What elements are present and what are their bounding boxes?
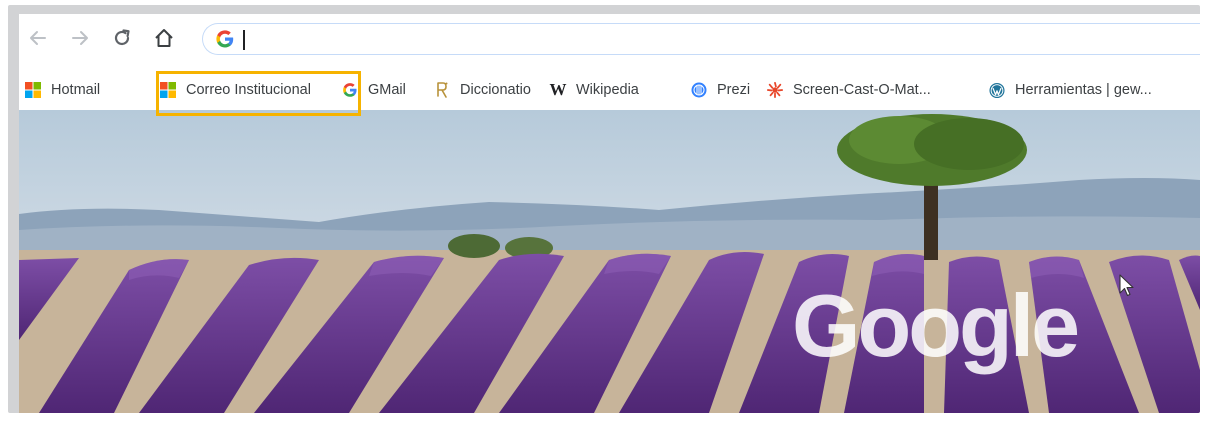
bookmark-diccionatio[interactable]: Diccionatio	[434, 78, 531, 102]
bookmark-label: Prezi	[717, 82, 751, 98]
browser-window: Hotmail Correo Institucional GMail Dicci…	[19, 14, 1200, 413]
forward-arrow-icon[interactable]	[67, 25, 93, 51]
mouse-cursor-icon	[1119, 274, 1135, 298]
reload-icon[interactable]	[109, 25, 135, 51]
bookmark-label: Diccionatio	[460, 82, 531, 98]
address-input[interactable]	[247, 28, 1147, 50]
prezi-icon	[691, 82, 707, 98]
rae-icon	[434, 82, 450, 98]
screencastomatic-icon	[767, 82, 783, 98]
bookmark-screencastomatic[interactable]: Screen-Cast-O-Mat...	[767, 78, 931, 102]
screenshot-frame: Hotmail Correo Institucional GMail Dicci…	[8, 5, 1200, 413]
wikipedia-w-icon: W	[549, 80, 567, 99]
bookmark-prezi[interactable]: Prezi	[691, 78, 750, 102]
address-bar[interactable]	[202, 23, 1200, 55]
text-caret	[243, 30, 245, 50]
bookmark-label: Screen-Cast-O-Mat...	[793, 82, 931, 98]
bookmark-label: GMail	[368, 82, 406, 98]
microsoft-logo-icon	[25, 82, 41, 98]
bookmark-label: Herramientas | gew...	[1015, 82, 1152, 98]
google-g-icon	[215, 29, 235, 49]
browser-toolbar	[19, 14, 1200, 66]
home-icon[interactable]	[151, 25, 177, 51]
bookmark-herramientas[interactable]: Herramientas | gew...	[989, 78, 1152, 102]
wordpress-icon	[989, 82, 1005, 98]
bookmark-label: Hotmail	[51, 82, 101, 98]
back-arrow-icon[interactable]	[25, 25, 51, 51]
bookmark-hotmail[interactable]: Hotmail	[25, 78, 100, 102]
bookmark-highlight-box	[156, 71, 361, 116]
google-logo-text: Google	[792, 276, 1080, 375]
bookmark-wikipedia[interactable]: W Wikipedia	[550, 78, 639, 102]
bookmark-label: Wikipedia	[576, 82, 639, 98]
background-photo-lavender: Google	[19, 110, 1200, 413]
